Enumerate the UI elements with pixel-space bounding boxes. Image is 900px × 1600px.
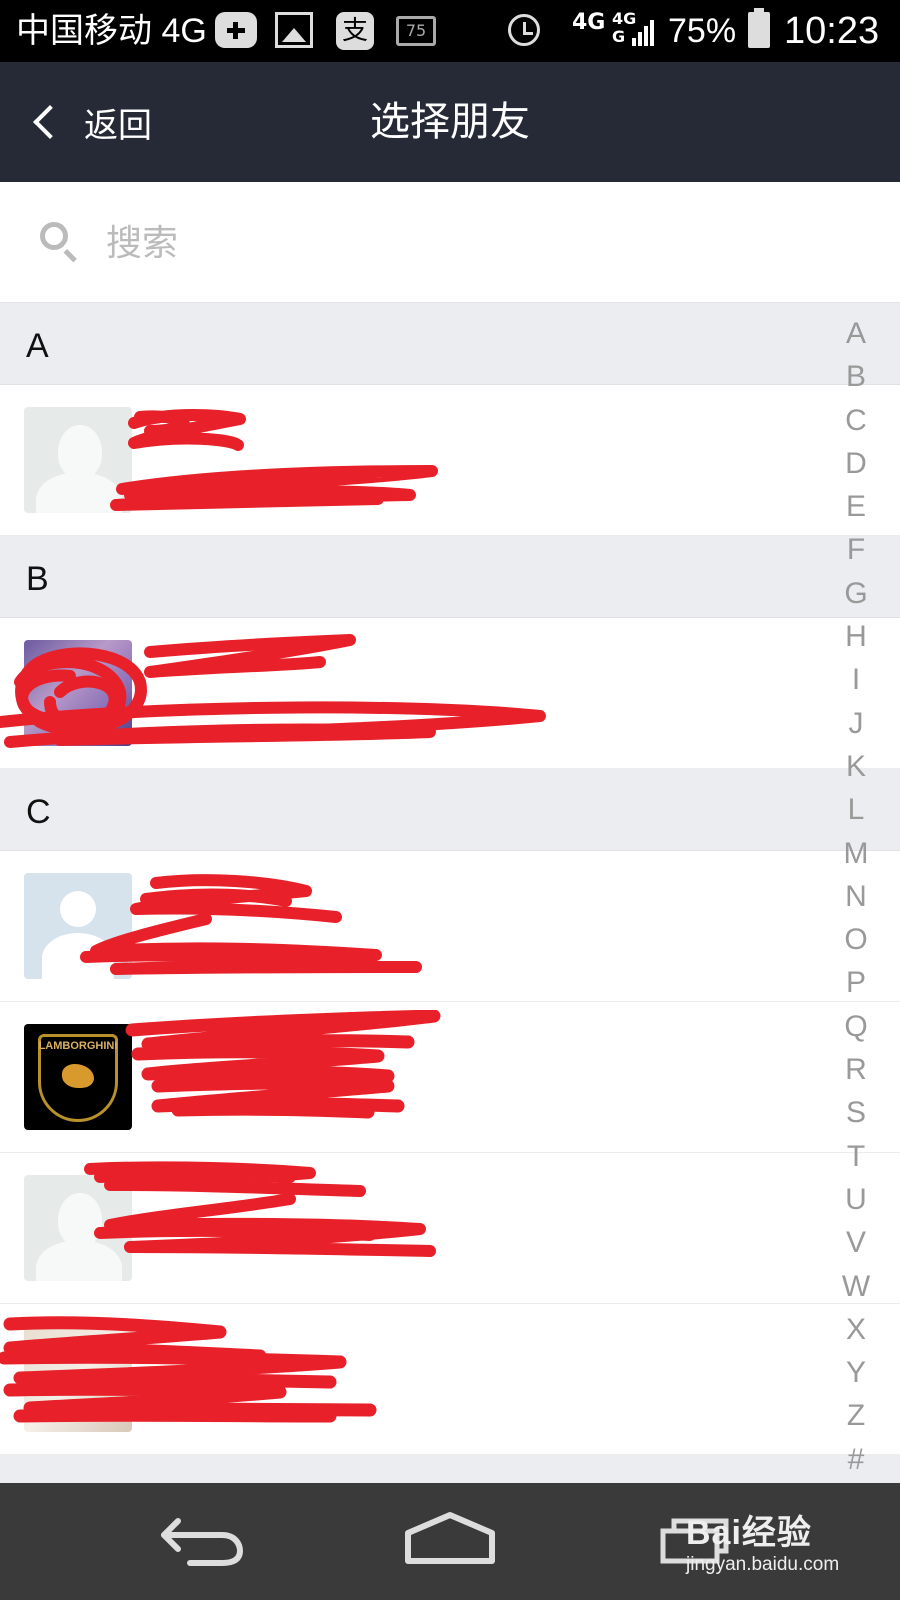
clock: 10:23: [784, 10, 880, 52]
section-letter: B: [26, 560, 49, 598]
index-letter[interactable]: E: [836, 485, 876, 528]
index-letter[interactable]: #: [836, 1438, 876, 1481]
index-letter[interactable]: D: [836, 442, 876, 485]
baidu-watermark: Bai经验 jingyan.baidu.com: [686, 1505, 839, 1576]
avatar: LAMBORGHINI: [24, 1024, 132, 1130]
avatar-logo-text: LAMBORGHINI: [38, 1040, 118, 1052]
plus-icon: [215, 12, 257, 48]
alipay-icon: 支: [336, 12, 374, 50]
index-letter[interactable]: L: [836, 788, 876, 831]
index-letter[interactable]: W: [836, 1265, 876, 1308]
index-letter[interactable]: X: [836, 1308, 876, 1351]
index-letter[interactable]: T: [836, 1135, 876, 1178]
chevron-left-icon: [33, 105, 67, 139]
contact-row[interactable]: [0, 385, 900, 536]
search-bar: [0, 182, 900, 303]
redaction-scribble: [110, 409, 438, 511]
index-letter[interactable]: O: [836, 918, 876, 961]
battery-percent: 75%: [668, 12, 737, 50]
contact-row[interactable]: [0, 851, 900, 1002]
alphabet-index[interactable]: A B C D E F G H I J K L M N O P Q R S T U V W X Y Z #: [836, 312, 876, 1481]
index-letter[interactable]: K: [836, 745, 876, 788]
contact-row[interactable]: LAMBORGHINI: [0, 1002, 900, 1153]
contact-row[interactable]: [0, 618, 900, 769]
index-letter[interactable]: G: [836, 572, 876, 615]
index-letter[interactable]: M: [836, 832, 876, 875]
status-bar: 中国移动 4G 支 75 4G 4G G 75% 10:23: [0, 0, 900, 62]
index-letter[interactable]: I: [836, 658, 876, 701]
watermark-url: jingyan.baidu.com: [686, 1554, 840, 1575]
index-letter[interactable]: J: [836, 702, 876, 745]
index-letter[interactable]: C: [836, 399, 876, 442]
avatar: [24, 640, 132, 746]
index-letter[interactable]: H: [836, 615, 876, 658]
battery75-icon: 75: [396, 16, 436, 46]
network-type-1: 4G: [572, 10, 606, 35]
index-letter[interactable]: P: [836, 961, 876, 1004]
index-letter[interactable]: U: [836, 1178, 876, 1221]
avatar: [24, 407, 132, 513]
back-label: 返回: [84, 105, 152, 146]
section-header-c: C: [0, 769, 900, 851]
app-header: 选择朋友 返回: [0, 62, 900, 182]
index-letter[interactable]: Y: [836, 1351, 876, 1394]
section-header-a: A: [0, 303, 900, 385]
alarm-icon: [508, 14, 540, 46]
navigation-bar: Bai经验 jingyan.baidu.com: [0, 1483, 900, 1600]
avatar: [24, 873, 132, 979]
index-letter[interactable]: N: [836, 875, 876, 918]
section-letter: C: [26, 793, 51, 831]
index-letter[interactable]: B: [836, 355, 876, 398]
image-icon: [275, 12, 313, 48]
battery-icon: [748, 8, 770, 48]
carrier-label: 中国移动 4G: [16, 12, 207, 50]
search-icon: [40, 222, 68, 250]
index-letter[interactable]: S: [836, 1091, 876, 1134]
watermark-brand: Bai经验: [686, 1514, 812, 1552]
search-input[interactable]: [104, 210, 708, 276]
section-letter: A: [26, 327, 49, 365]
index-letter[interactable]: Z: [836, 1394, 876, 1437]
index-letter[interactable]: V: [836, 1221, 876, 1264]
contact-row[interactable]: [0, 1304, 900, 1455]
index-letter[interactable]: F: [836, 528, 876, 571]
avatar: [24, 1326, 132, 1432]
nav-home-icon[interactable]: [404, 1511, 496, 1567]
redaction-scribble: [125, 1010, 441, 1119]
contact-list[interactable]: A B C LAMBORGHINI: [0, 303, 900, 1483]
avatar: [24, 1175, 132, 1281]
index-letter[interactable]: A: [836, 312, 876, 355]
nav-back-icon[interactable]: [160, 1515, 244, 1567]
index-letter[interactable]: R: [836, 1048, 876, 1091]
back-button[interactable]: 返回: [30, 62, 152, 182]
section-header-b: B: [0, 536, 900, 618]
contact-row[interactable]: [0, 1153, 900, 1304]
index-letter[interactable]: Q: [836, 1005, 876, 1048]
signal-icon: [632, 16, 658, 46]
